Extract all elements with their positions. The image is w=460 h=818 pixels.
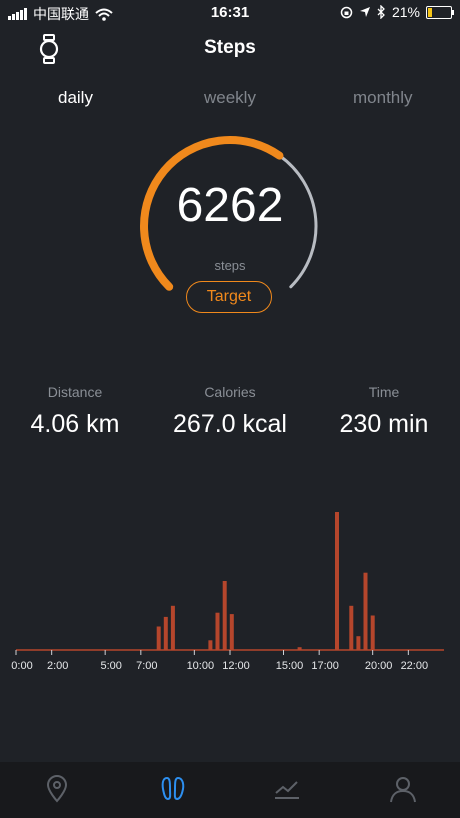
chart-tick-label: 10:00 xyxy=(187,660,215,672)
chart-bar xyxy=(208,640,213,650)
tab-daily[interactable]: daily xyxy=(58,88,93,108)
profile-icon[interactable] xyxy=(388,774,418,804)
chart-bar xyxy=(156,626,161,650)
stat-label: Calories xyxy=(204,384,256,400)
stat-time: Time 230 min xyxy=(309,384,459,439)
chart-tick-label: 22:00 xyxy=(401,660,429,672)
period-tabs: daily weekly monthly xyxy=(0,88,460,112)
stats-row: Distance 4.06 km Calories 267.0 kcal Tim… xyxy=(0,384,460,444)
trend-icon[interactable] xyxy=(272,774,302,804)
chart-tick-label: 17:00 xyxy=(311,660,339,672)
stat-value: 230 min xyxy=(339,410,429,438)
chart-tick-label: 7:00 xyxy=(136,660,157,672)
hourly-steps-chart: 0:00 2:00 5:00 7:00 10:00 12:00 15:00 17:00 20:0… xyxy=(11,512,444,672)
stat-calories: Calories 267.0 kcal xyxy=(155,384,305,439)
location-pin-icon[interactable] xyxy=(42,774,72,804)
chart-tick-label: 0:00 xyxy=(11,660,32,672)
chart-bar xyxy=(356,636,361,650)
stat-distance: Distance 4.06 km xyxy=(0,384,150,439)
page-title: Steps xyxy=(204,37,256,58)
target-button[interactable]: Target xyxy=(186,281,272,313)
location-icon xyxy=(359,7,370,17)
battery-percent: 21% xyxy=(391,4,420,20)
chart-bar xyxy=(222,581,227,650)
chart-tick-label: 2:00 xyxy=(47,660,68,672)
bluetooth-icon xyxy=(377,5,385,19)
chart-tick-label: 12:00 xyxy=(222,660,250,672)
tab-weekly[interactable]: weekly xyxy=(204,88,256,108)
stat-label: Time xyxy=(368,384,400,400)
footprints-icon[interactable] xyxy=(158,774,188,804)
chart-bar xyxy=(363,572,368,650)
chart-bar xyxy=(229,614,234,650)
bottom-tab-bar xyxy=(0,762,460,818)
chart-bar xyxy=(370,615,375,650)
chart-tick-label: 5:00 xyxy=(100,660,121,672)
chart-tick-label: 20:00 xyxy=(365,660,393,672)
lock-rotation-icon xyxy=(340,6,353,18)
header: Steps xyxy=(0,30,460,66)
status-bar: 中国联通 16:31 21% xyxy=(0,0,460,24)
steps-unit-label: steps xyxy=(214,258,246,273)
stat-label: Distance xyxy=(47,384,103,400)
chart-bar xyxy=(163,616,168,650)
chart-bar xyxy=(215,612,220,650)
chart-bar xyxy=(170,605,175,650)
battery-icon xyxy=(426,5,454,19)
steps-count: 6262 xyxy=(176,179,284,232)
chart-tick-label: 15:00 xyxy=(276,660,304,672)
chart-bar xyxy=(349,605,354,650)
stat-value: 4.06 km xyxy=(30,410,120,438)
stat-value: 267.0 kcal xyxy=(173,410,287,438)
chart-bar xyxy=(335,512,339,650)
tab-monthly[interactable]: monthly xyxy=(353,88,413,108)
